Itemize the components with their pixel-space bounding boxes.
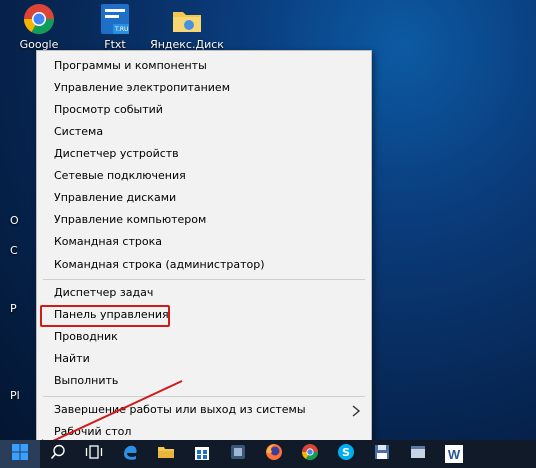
word-icon: W bbox=[445, 445, 463, 463]
menu-item-device-manager[interactable]: Диспетчер устройств bbox=[54, 144, 179, 164]
app-icon bbox=[229, 443, 247, 465]
menu-item-disk-management[interactable]: Управление дисками bbox=[54, 188, 176, 208]
menu-item-programs-and-features[interactable]: Программы и компоненты bbox=[54, 56, 207, 76]
taskbar: S W bbox=[0, 440, 536, 468]
desktop-icon-label-partial: Pl bbox=[10, 389, 20, 402]
edge-icon bbox=[121, 443, 139, 465]
winx-context-menu: Программы и компоненты Управление электр… bbox=[36, 50, 372, 447]
skype-button[interactable]: S bbox=[328, 440, 364, 468]
menu-item-run[interactable]: Выполнить bbox=[54, 371, 118, 391]
menu-item-file-explorer[interactable]: Проводник bbox=[54, 327, 118, 347]
store-icon bbox=[193, 443, 211, 465]
menu-item-system[interactable]: Система bbox=[54, 122, 103, 142]
menu-item-shutdown-or-sign-out[interactable]: Завершение работы или выход из системы bbox=[54, 400, 306, 420]
menu-item-desktop[interactable]: Рабочий стол bbox=[54, 422, 131, 442]
desktop-icon-google[interactable]: Google bbox=[2, 2, 76, 51]
store-button[interactable] bbox=[184, 440, 220, 468]
svg-text:S: S bbox=[342, 446, 350, 459]
app-icon bbox=[409, 443, 427, 465]
desktop-icon-label-partial: O bbox=[10, 214, 19, 227]
app2-button[interactable] bbox=[400, 440, 436, 468]
folder-icon bbox=[157, 444, 175, 464]
windows-logo-icon bbox=[11, 443, 29, 465]
firefox-icon bbox=[265, 443, 283, 465]
word-icon-letter: W bbox=[447, 446, 461, 462]
chrome-icon bbox=[301, 443, 319, 465]
start-button[interactable] bbox=[0, 440, 40, 468]
edge-button[interactable] bbox=[112, 440, 148, 468]
explorer-button[interactable] bbox=[148, 440, 184, 468]
ftxt-app-icon: T.RU bbox=[98, 2, 132, 36]
chrome-button[interactable] bbox=[292, 440, 328, 468]
menu-separator bbox=[43, 279, 365, 280]
firefox-button[interactable] bbox=[256, 440, 292, 468]
ftxt-badge: T.RU bbox=[115, 26, 129, 33]
chrome-icon bbox=[22, 2, 56, 36]
menu-item-task-manager[interactable]: Диспетчер задач bbox=[54, 283, 153, 303]
desktop-icon-label-partial: C bbox=[10, 244, 18, 257]
highlight-box bbox=[40, 305, 170, 327]
menu-item-power-options[interactable]: Управление электропитанием bbox=[54, 78, 230, 98]
chevron-right-icon bbox=[351, 403, 361, 417]
save-app-button[interactable] bbox=[364, 440, 400, 468]
task-view-button[interactable] bbox=[76, 440, 112, 468]
skype-icon: S bbox=[337, 443, 355, 465]
menu-item-command-prompt[interactable]: Командная строка bbox=[54, 232, 162, 252]
yandex-disk-icon bbox=[170, 2, 204, 36]
menu-item-search[interactable]: Найти bbox=[54, 349, 90, 369]
desktop-icon-ftxt[interactable]: T.RU Ftxt bbox=[78, 2, 152, 51]
app-button[interactable] bbox=[220, 440, 256, 468]
menu-item-event-viewer[interactable]: Просмотр событий bbox=[54, 100, 163, 120]
search-button[interactable] bbox=[40, 440, 76, 468]
menu-item-command-prompt-admin[interactable]: Командная строка (администратор) bbox=[54, 255, 265, 275]
floppy-icon bbox=[373, 443, 391, 465]
menu-item-network-connections[interactable]: Сетевые подключения bbox=[54, 166, 186, 186]
desktop-icon-label-partial: P bbox=[10, 302, 17, 315]
task-view-icon bbox=[85, 444, 103, 464]
menu-item-computer-management[interactable]: Управление компьютером bbox=[54, 210, 206, 230]
search-icon bbox=[50, 444, 66, 464]
word-button[interactable]: W bbox=[436, 440, 472, 468]
desktop-icon-yandex-disk[interactable]: Яндекс.Диск bbox=[150, 2, 224, 51]
menu-separator bbox=[43, 396, 365, 397]
